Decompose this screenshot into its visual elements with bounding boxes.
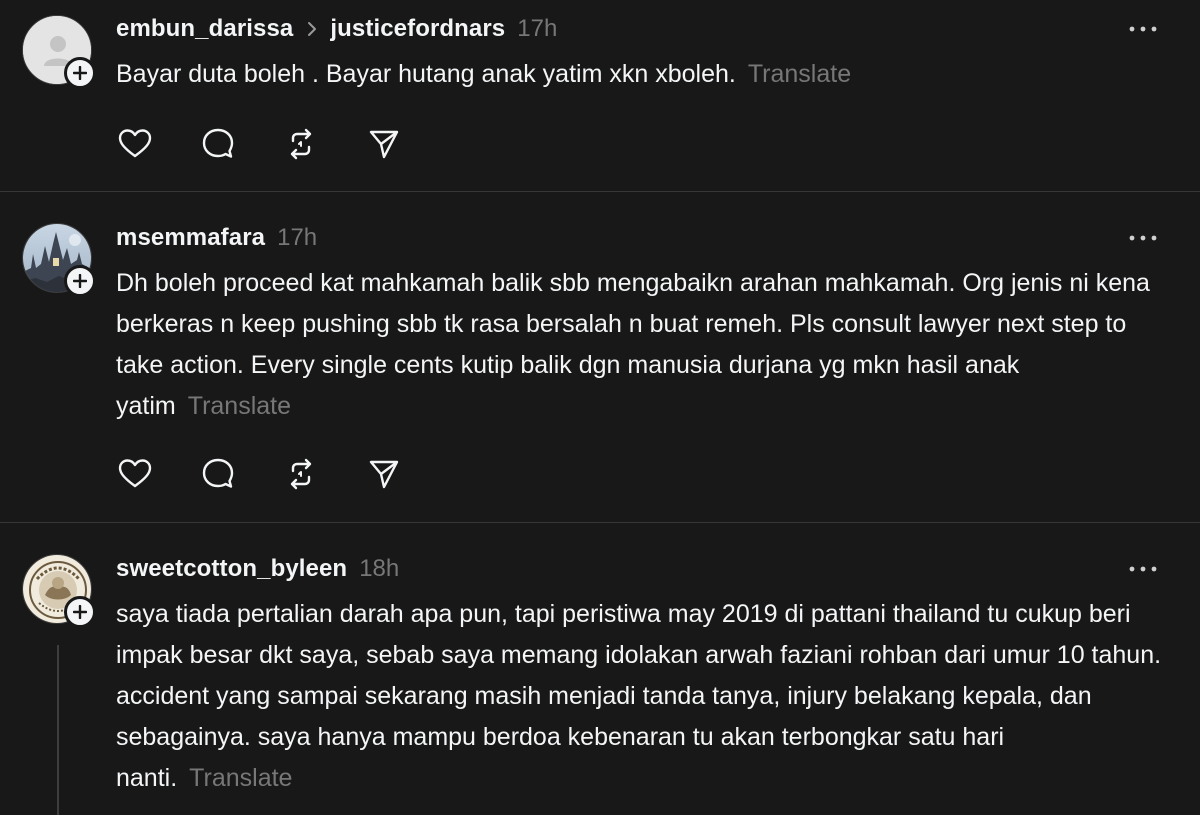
thread-line bbox=[57, 645, 59, 815]
follow-button[interactable] bbox=[64, 265, 96, 297]
translate-link[interactable]: Translate bbox=[748, 60, 851, 88]
chevron-right-icon bbox=[307, 21, 317, 37]
follow-button[interactable] bbox=[64, 596, 96, 628]
avatar-wrap[interactable] bbox=[22, 223, 96, 297]
post-text: saya tiada pertalian darah apa pun, tapi… bbox=[116, 594, 1176, 799]
translate-link[interactable]: Translate bbox=[188, 392, 291, 420]
avatar-wrap[interactable] bbox=[22, 15, 96, 89]
timestamp[interactable]: 18h bbox=[359, 555, 399, 583]
more-icon bbox=[1129, 235, 1157, 241]
more-icon bbox=[1129, 566, 1157, 572]
follow-button[interactable] bbox=[64, 57, 96, 89]
avatar-wrap[interactable] bbox=[22, 554, 96, 628]
post-2: msemmafara 17h Dh boleh proceed kat mahk… bbox=[0, 192, 1200, 522]
repost-button[interactable] bbox=[281, 124, 321, 164]
action-bar bbox=[116, 454, 448, 494]
post-text: Dh boleh proceed kat mahkamah balik sbb … bbox=[116, 263, 1176, 427]
post-header: embun_darissa justicefordnars 17h bbox=[116, 14, 557, 44]
send-icon bbox=[369, 130, 399, 159]
post-text-content: Bayar duta boleh . Bayar hutang anak yat… bbox=[116, 60, 736, 88]
repost-button[interactable] bbox=[281, 454, 321, 494]
action-bar bbox=[116, 124, 448, 164]
like-button[interactable] bbox=[115, 124, 155, 164]
repost-icon bbox=[290, 458, 312, 490]
username[interactable]: msemmafara bbox=[116, 224, 265, 252]
heart-icon bbox=[118, 459, 152, 488]
send-icon bbox=[369, 460, 399, 489]
comment-icon bbox=[202, 128, 234, 158]
post-header: sweetcotton_byleen 18h bbox=[116, 554, 399, 584]
share-button[interactable] bbox=[364, 454, 404, 494]
post-text: Bayar duta boleh . Bayar hutang anak yat… bbox=[116, 54, 1176, 95]
timestamp[interactable]: 17h bbox=[277, 224, 317, 252]
timestamp[interactable]: 17h bbox=[517, 15, 557, 43]
reply-to-username[interactable]: justicefordnars bbox=[330, 15, 505, 43]
translate-link[interactable]: Translate bbox=[189, 764, 292, 792]
post-3: sweetcotton_byleen 18h saya tiada pertal… bbox=[0, 523, 1200, 815]
more-button[interactable] bbox=[1128, 554, 1158, 584]
plus-icon bbox=[73, 274, 87, 288]
more-button[interactable] bbox=[1128, 14, 1158, 44]
like-button[interactable] bbox=[115, 454, 155, 494]
heart-icon bbox=[118, 129, 152, 158]
threads-feed: embun_darissa justicefordnars 17h Bayar … bbox=[0, 0, 1200, 815]
more-icon bbox=[1129, 26, 1157, 32]
repost-icon bbox=[290, 128, 312, 160]
comment-button[interactable] bbox=[198, 454, 238, 494]
share-button[interactable] bbox=[364, 124, 404, 164]
plus-icon bbox=[73, 66, 87, 80]
comment-icon bbox=[202, 458, 234, 488]
more-button[interactable] bbox=[1128, 223, 1158, 253]
post-1: embun_darissa justicefordnars 17h Bayar … bbox=[0, 0, 1200, 192]
comment-button[interactable] bbox=[198, 124, 238, 164]
post-header: msemmafara 17h bbox=[116, 223, 317, 253]
username[interactable]: embun_darissa bbox=[116, 15, 293, 43]
username[interactable]: sweetcotton_byleen bbox=[116, 555, 347, 583]
plus-icon bbox=[73, 605, 87, 619]
